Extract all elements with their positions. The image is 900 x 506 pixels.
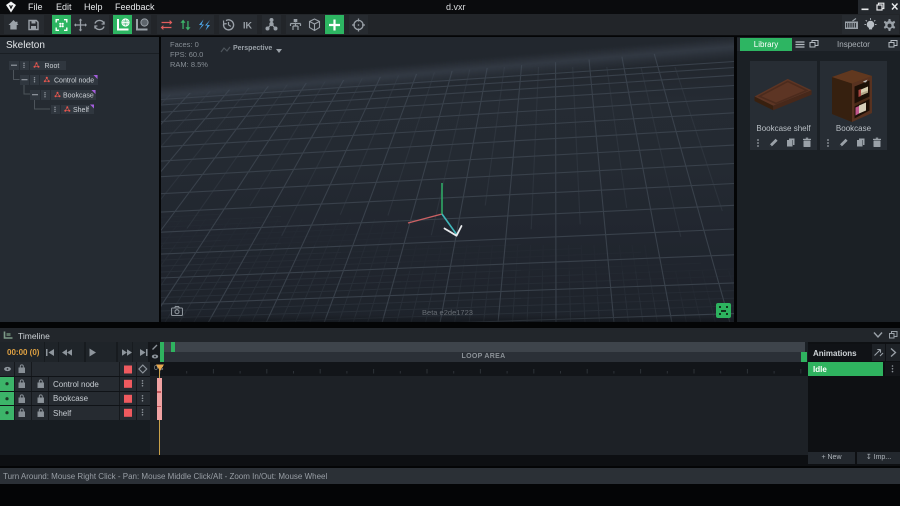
svg-text:Shelf: Shelf [73, 107, 89, 114]
svg-text:IK: IK [243, 21, 253, 31]
svg-text:Control node: Control node [54, 77, 94, 84]
svg-text:Root: Root [45, 63, 60, 70]
svg-text:Bookcase: Bookcase [63, 92, 94, 99]
